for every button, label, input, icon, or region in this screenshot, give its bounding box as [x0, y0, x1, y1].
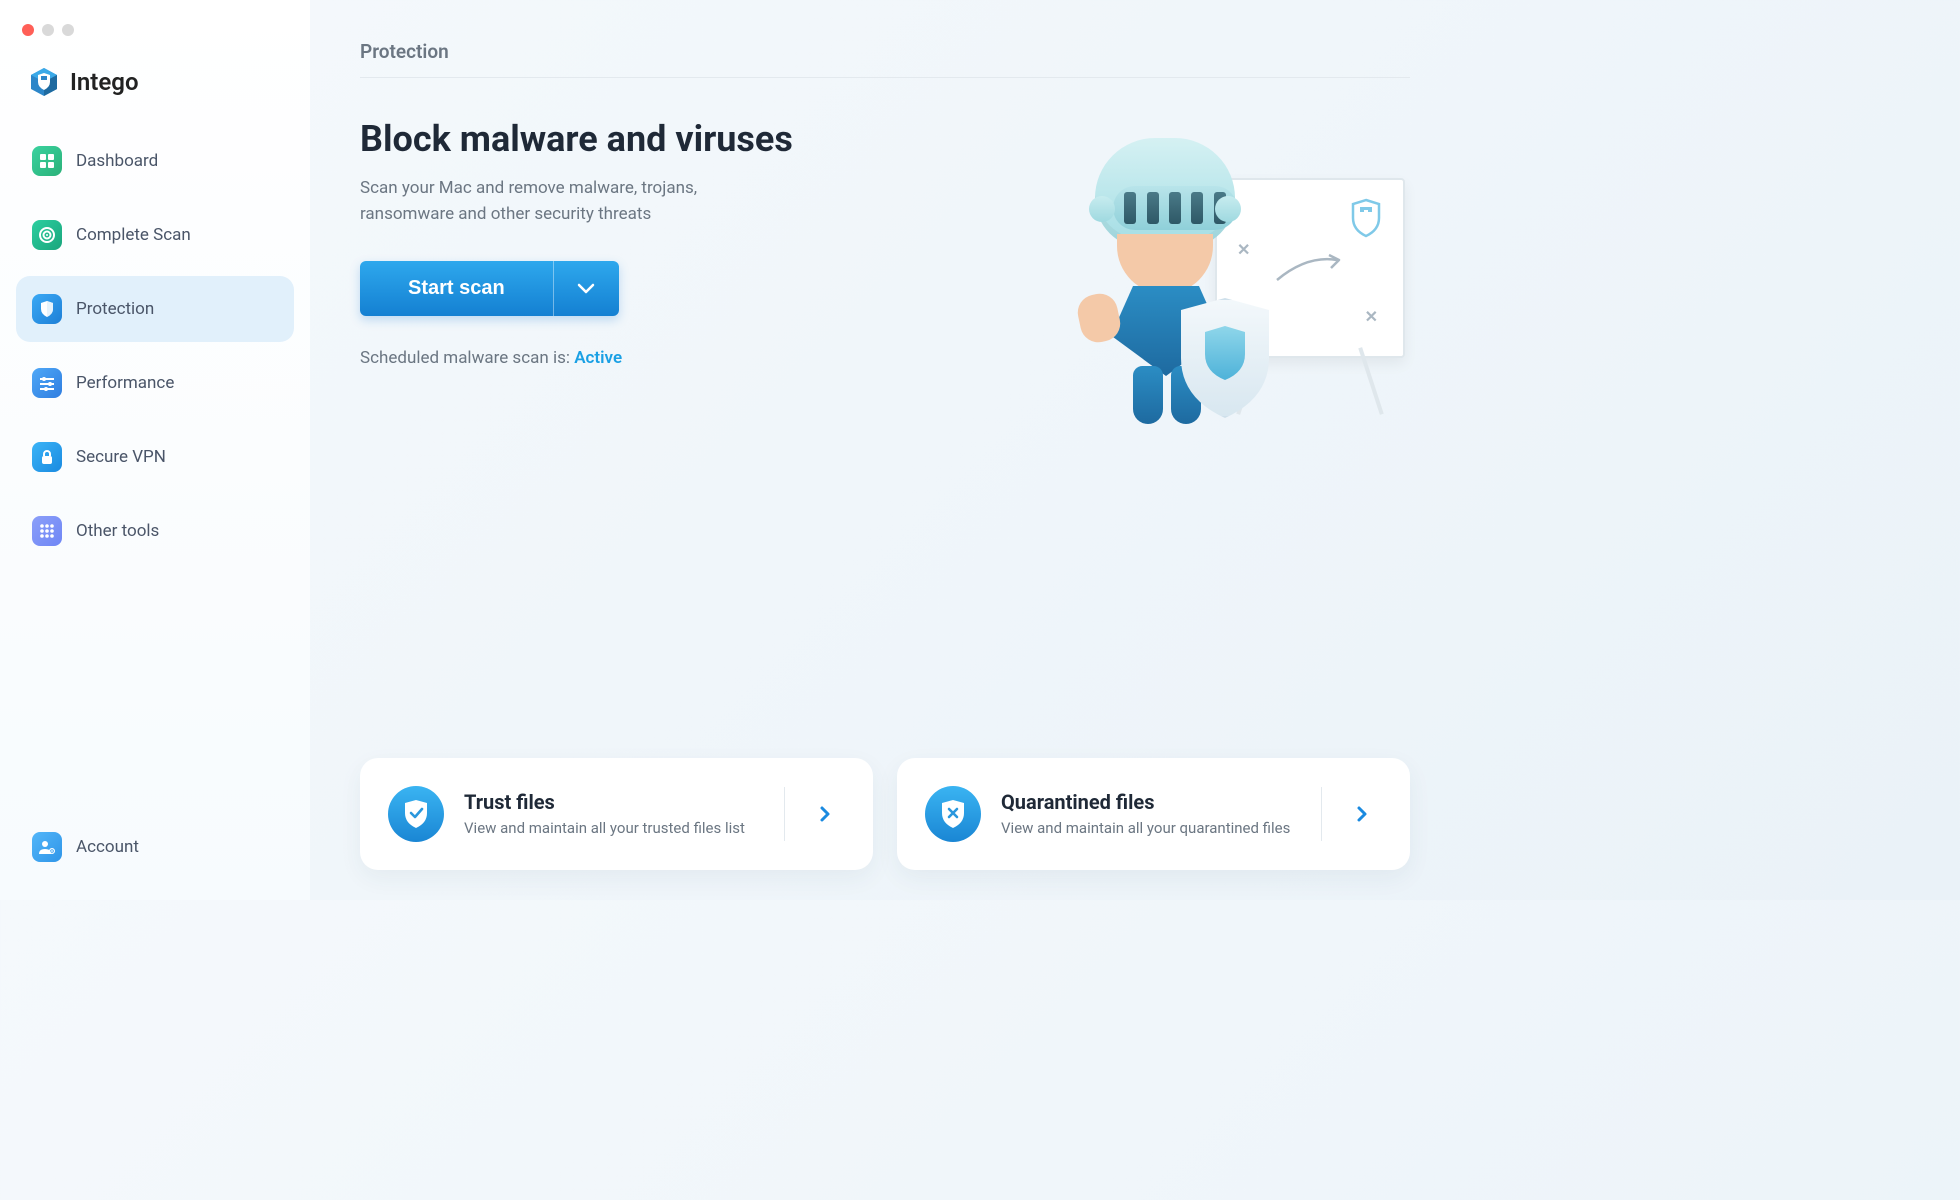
sidebar-item-other-tools[interactable]: Other tools: [16, 498, 294, 564]
scheduled-scan-status: Scheduled malware scan is: Active: [360, 348, 1020, 368]
brand: Intego: [16, 56, 294, 128]
shield-icon: [32, 294, 62, 324]
minimize-window-button[interactable]: [42, 24, 54, 36]
sidebar-item-dashboard[interactable]: Dashboard: [16, 128, 294, 194]
sidebar-item-label: Protection: [76, 299, 154, 319]
main-content: Protection Block malware and viruses Sca…: [310, 0, 1460, 900]
knight-figure: [1085, 138, 1265, 438]
sidebar-item-complete-scan[interactable]: Complete Scan: [16, 202, 294, 268]
knight-mascot-illustration: ✕ ✕: [1075, 118, 1395, 438]
whiteboard-shield-icon: [1349, 198, 1383, 238]
trust-files-card[interactable]: Trust files View and maintain all your t…: [360, 758, 873, 870]
chevron-down-icon: [577, 283, 595, 295]
hero-text: Block malware and viruses Scan your Mac …: [360, 118, 1020, 738]
card-body: Quarantined files View and maintain all …: [1001, 790, 1301, 839]
sidebar-item-performance[interactable]: Performance: [16, 350, 294, 416]
sidebar-item-label: Secure VPN: [76, 447, 166, 467]
sidebar: Intego Dashboard Complete Scan Protectio: [0, 0, 310, 900]
sidebar-item-secure-vpn[interactable]: Secure VPN: [16, 424, 294, 490]
sidebar-item-protection[interactable]: Protection: [16, 276, 294, 342]
brand-logo-icon: [28, 66, 60, 98]
hero-section: Block malware and viruses Scan your Mac …: [360, 78, 1410, 738]
account-icon: [32, 832, 62, 862]
nav: Dashboard Complete Scan Protection Perfo…: [16, 128, 294, 880]
page-title: Protection: [360, 40, 1410, 78]
quarantined-files-card[interactable]: Quarantined files View and maintain all …: [897, 758, 1410, 870]
status-prefix: Scheduled malware scan is:: [360, 348, 574, 368]
sidebar-item-label: Dashboard: [76, 151, 158, 171]
card-title: Trust files: [464, 790, 764, 814]
whiteboard-arrow-icon: [1267, 250, 1347, 290]
chevron-right-icon: [805, 805, 845, 823]
divider: [1321, 787, 1322, 841]
shield-check-icon: [388, 786, 444, 842]
sidebar-item-label: Complete Scan: [76, 225, 191, 245]
lock-icon: [32, 442, 62, 472]
whiteboard-x-mark: ✕: [1365, 307, 1378, 326]
sidebar-item-label: Other tools: [76, 521, 159, 541]
hero-heading: Block malware and viruses: [360, 118, 1020, 160]
start-scan-dropdown-button[interactable]: [553, 261, 619, 316]
card-subtitle: View and maintain all your quarantined f…: [1001, 818, 1301, 839]
divider: [784, 787, 785, 841]
status-value: Active: [574, 348, 622, 368]
action-cards: Trust files View and maintain all your t…: [360, 758, 1410, 870]
scan-icon: [32, 220, 62, 250]
maximize-window-button[interactable]: [62, 24, 74, 36]
close-window-button[interactable]: [22, 24, 34, 36]
sidebar-item-label: Account: [76, 837, 139, 857]
brand-name: Intego: [70, 68, 139, 96]
knight-shield-icon: [1175, 298, 1275, 418]
sidebar-item-account[interactable]: Account: [16, 814, 294, 880]
card-title: Quarantined files: [1001, 790, 1301, 814]
shield-x-icon: [925, 786, 981, 842]
grid-dots-icon: [32, 516, 62, 546]
app-window: Intego Dashboard Complete Scan Protectio: [0, 0, 1460, 900]
card-subtitle: View and maintain all your trusted files…: [464, 818, 764, 839]
card-body: Trust files View and maintain all your t…: [464, 790, 764, 839]
sidebar-item-label: Performance: [76, 373, 174, 393]
start-scan-button-group: Start scan: [360, 261, 619, 316]
start-scan-button[interactable]: Start scan: [360, 261, 553, 316]
dashboard-icon: [32, 146, 62, 176]
hero-subheading: Scan your Mac and remove malware, trojan…: [360, 176, 780, 227]
window-controls: [16, 20, 294, 56]
sliders-icon: [32, 368, 62, 398]
chevron-right-icon: [1342, 805, 1382, 823]
hero-illustration: ✕ ✕: [1060, 118, 1410, 738]
